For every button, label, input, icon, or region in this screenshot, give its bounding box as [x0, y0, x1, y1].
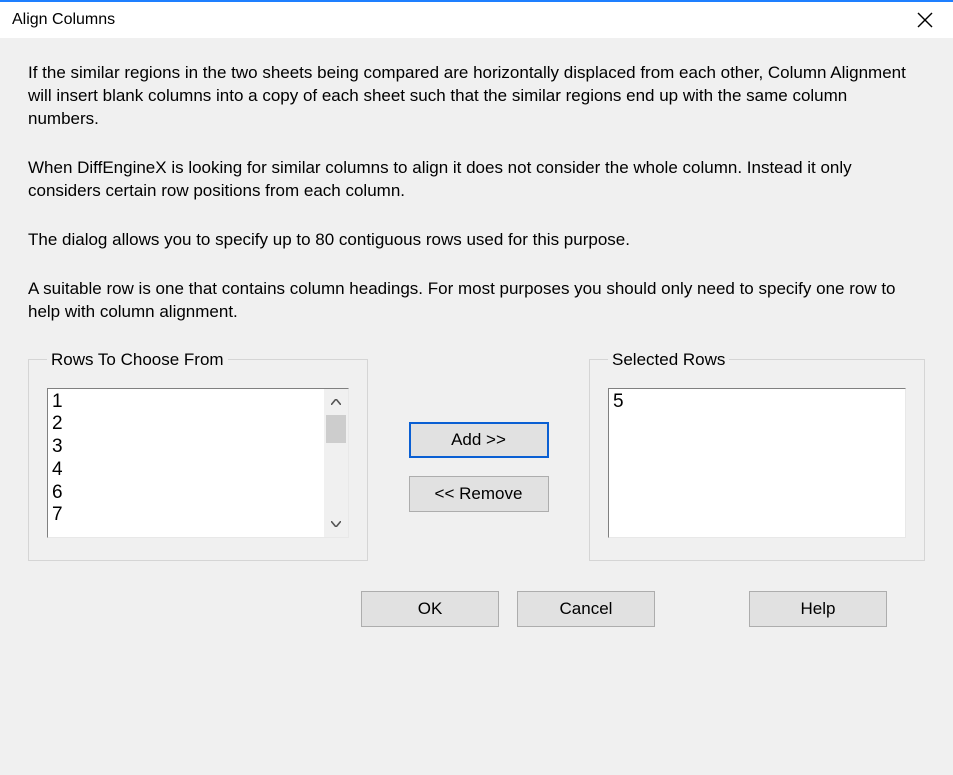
transfer-buttons: Add >> << Remove — [368, 350, 589, 512]
close-button[interactable] — [897, 2, 953, 38]
scrollbar[interactable] — [324, 389, 348, 537]
rows-to-choose-items: 1 2 3 4 6 7 — [48, 389, 324, 537]
spacer — [28, 591, 343, 627]
description-paragraph: A suitable row is one that contains colu… — [28, 278, 908, 324]
description-block: If the similar regions in the two sheets… — [28, 62, 925, 324]
title-bar: Align Columns — [0, 0, 953, 38]
description-paragraph: When DiffEngineX is looking for similar … — [28, 157, 908, 203]
client-area: If the similar regions in the two sheets… — [0, 38, 953, 627]
description-paragraph: The dialog allows you to specify up to 8… — [28, 229, 908, 252]
description-paragraph: If the similar regions in the two sheets… — [28, 62, 908, 131]
close-icon — [917, 12, 933, 28]
selection-panels: Rows To Choose From 1 2 3 4 6 7 — [28, 350, 925, 561]
rows-to-choose-listbox[interactable]: 1 2 3 4 6 7 — [47, 388, 349, 538]
rows-to-choose-group: Rows To Choose From 1 2 3 4 6 7 — [28, 350, 368, 561]
list-item[interactable]: 2 — [52, 413, 320, 436]
list-item[interactable]: 3 — [52, 436, 320, 459]
scroll-up-icon[interactable] — [324, 389, 348, 415]
list-item[interactable]: 5 — [613, 391, 901, 414]
spacer — [673, 591, 731, 627]
list-item[interactable]: 4 — [52, 459, 320, 482]
ok-button[interactable]: OK — [361, 591, 499, 627]
selected-rows-listbox[interactable]: 5 — [608, 388, 906, 538]
window-title: Align Columns — [12, 11, 115, 29]
help-button[interactable]: Help — [749, 591, 887, 627]
dialog-buttons: OK Cancel Help — [28, 591, 925, 627]
list-item[interactable]: 7 — [52, 504, 320, 527]
cancel-button[interactable]: Cancel — [517, 591, 655, 627]
selected-rows-legend: Selected Rows — [608, 350, 729, 370]
scroll-down-icon[interactable] — [324, 511, 348, 537]
scroll-thumb[interactable] — [326, 415, 346, 443]
scroll-track[interactable] — [324, 415, 348, 511]
selected-rows-group: Selected Rows 5 — [589, 350, 925, 561]
list-item[interactable]: 1 — [52, 391, 320, 414]
selected-rows-items: 5 — [609, 389, 905, 537]
rows-to-choose-legend: Rows To Choose From — [47, 350, 228, 370]
add-button[interactable]: Add >> — [409, 422, 549, 458]
remove-button[interactable]: << Remove — [409, 476, 549, 512]
list-item[interactable]: 6 — [52, 482, 320, 505]
